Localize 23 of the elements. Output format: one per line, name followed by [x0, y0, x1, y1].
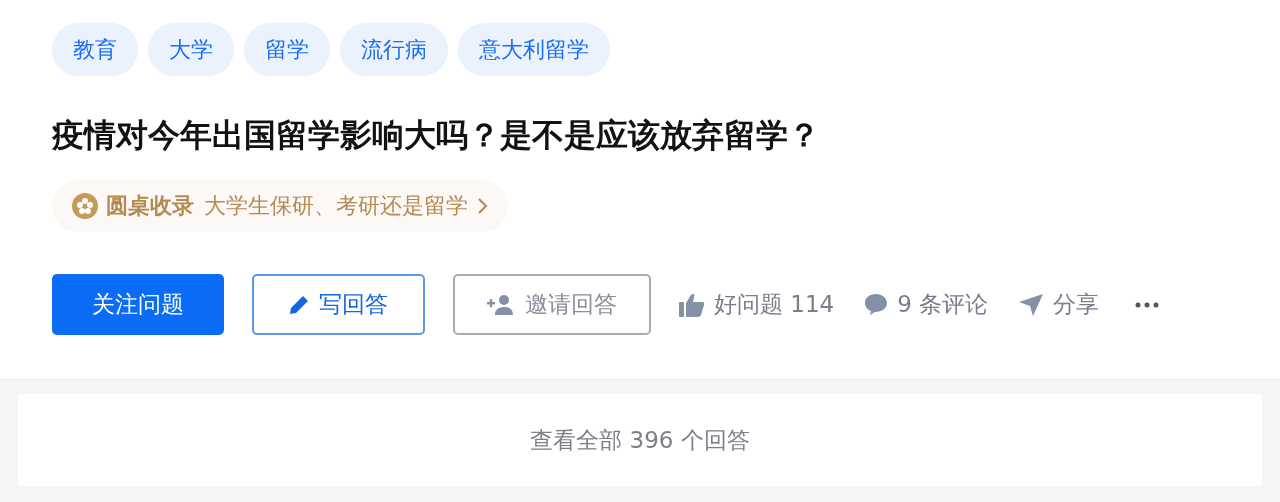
- topic-tag[interactable]: 大学: [148, 23, 234, 76]
- topic-tag[interactable]: 教育: [52, 23, 138, 76]
- topic-tag[interactable]: 意大利留学: [458, 23, 610, 76]
- flower-icon: [72, 193, 98, 219]
- share-button[interactable]: 分享: [1018, 289, 1100, 320]
- write-answer-button[interactable]: 写回答: [252, 274, 425, 335]
- follow-button[interactable]: 关注问题: [52, 274, 224, 335]
- comments-button[interactable]: 9 条评论: [864, 289, 989, 320]
- paper-plane-icon: [1018, 292, 1045, 317]
- topic-tag[interactable]: 留学: [244, 23, 330, 76]
- invite-button[interactable]: 邀请回答: [453, 274, 651, 335]
- more-icon: [1135, 301, 1160, 308]
- view-all-answers-link[interactable]: 查看全部 396 个回答: [530, 424, 750, 456]
- pencil-icon: [289, 294, 309, 315]
- topic-tag[interactable]: 流行病: [340, 23, 448, 76]
- upvote-button[interactable]: 好问题 114: [679, 289, 835, 320]
- more-button[interactable]: [1135, 301, 1160, 308]
- roundtable-link[interactable]: 圆桌收录 大学生保研、考研还是留学: [52, 180, 508, 232]
- add-person-icon: [487, 293, 515, 316]
- question-title: 疫情对今年出国留学影响大吗？是不是应该放弃留学？: [52, 115, 821, 156]
- chevron-right-icon: [476, 197, 488, 215]
- speech-bubble-icon: [864, 293, 889, 316]
- thumbs-up-icon: [679, 292, 705, 317]
